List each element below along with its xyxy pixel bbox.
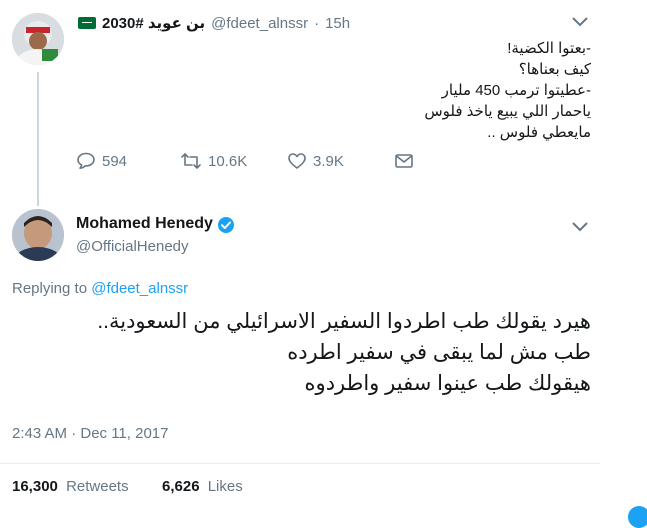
divider: [0, 463, 600, 464]
chevron-down-icon[interactable]: [571, 16, 589, 28]
parent-text-line: -عطيتوا ترمب 450 مليار: [441, 82, 591, 99]
likes-stat[interactable]: 6,626 Likes: [162, 478, 243, 495]
replying-to: Replying to @fdeet_alnssr: [12, 280, 188, 297]
saudi-flag-icon: [78, 17, 96, 29]
thread-line: [37, 72, 39, 206]
replying-handle[interactable]: @fdeet_alnssr: [91, 280, 188, 297]
main-text: هيرد يقولك طب اطردوا السفير الاسرائيلي م…: [11, 306, 591, 399]
parent-text-line: -بعتوا الكضية!: [507, 40, 591, 57]
reply-count: 594: [102, 152, 128, 170]
replying-prefix: Replying to: [12, 280, 88, 297]
retweets-count: 16,300: [12, 478, 58, 495]
main-avatar[interactable]: [12, 209, 64, 261]
parent-display-name[interactable]: بن عويد #2030: [102, 14, 205, 32]
verified-icon: [218, 217, 234, 233]
retweet-button[interactable]: 10.6K: [180, 151, 247, 171]
main-timestamp[interactable]: 2:43 AM · Dec 11, 2017: [12, 425, 168, 442]
parent-avatar[interactable]: [12, 13, 64, 65]
parent-text-line: مايعطي فلوس ..: [487, 124, 591, 141]
partial-avatar: [628, 506, 647, 528]
like-icon: [288, 153, 306, 169]
chevron-down-icon[interactable]: [571, 221, 589, 233]
main-text-line: هيقولك طب عينوا سفير واطردوه: [304, 372, 591, 395]
like-button[interactable]: 3.9K: [287, 151, 344, 171]
parent-time[interactable]: 15h: [325, 15, 350, 32]
dm-button[interactable]: [394, 152, 414, 170]
dm-icon: [395, 154, 413, 168]
retweet-icon: [181, 153, 201, 169]
main-handle[interactable]: @OfficialHenedy: [76, 238, 189, 255]
parent-text-line: كيف بعناها؟: [518, 61, 591, 78]
separator: ·: [314, 14, 320, 32]
retweets-label: Retweets: [66, 478, 129, 495]
parent-text-line: ياحمار اللي يبيع ياخذ فلوس: [424, 103, 591, 120]
main-display-name[interactable]: Mohamed Henedy: [76, 215, 213, 233]
main-text-line: طب مش لما يبقى في سفير اطرده: [287, 341, 591, 364]
retweets-stat[interactable]: 16,300 Retweets: [12, 478, 129, 495]
parent-header: بن عويد #2030 @fdeet_alnssr · 15h: [78, 12, 350, 34]
likes-label: Likes: [207, 478, 243, 495]
parent-text: -بعتوا الكضية! كيف بعناها؟ -عطيتوا ترمب …: [111, 38, 591, 143]
reply-icon: [77, 152, 95, 169]
retweet-count: 10.6K: [208, 152, 248, 170]
main-text-line: هيرد يقولك طب اطردوا السفير الاسرائيلي م…: [97, 310, 591, 333]
parent-handle[interactable]: @fdeet_alnssr: [211, 15, 308, 32]
likes-count: 6,626: [162, 478, 200, 495]
reply-button[interactable]: 594: [76, 151, 127, 171]
like-count: 3.9K: [313, 152, 344, 170]
